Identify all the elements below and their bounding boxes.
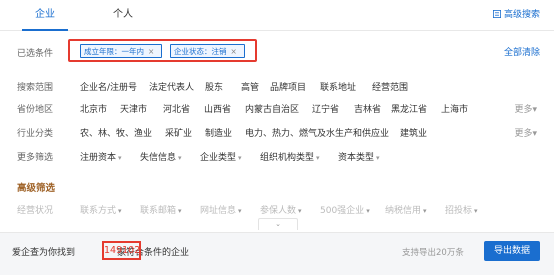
more-filters-label: 更多筛选: [17, 153, 54, 163]
collapse-button[interactable]: ⌄: [258, 218, 298, 230]
chip-label: 成立年限：一年内: [84, 47, 144, 56]
tab-enterprise[interactable]: 企业: [22, 0, 68, 31]
province-option[interactable]: 河北省: [163, 102, 190, 115]
chevron-down-icon: ▾: [178, 207, 182, 215]
province-option[interactable]: 山西省: [204, 102, 231, 115]
result-count: 149102: [102, 241, 141, 260]
chevron-down-icon: ▾: [178, 154, 182, 162]
advanced-filter-dropdown[interactable]: 招投标 ▾: [445, 203, 478, 216]
more-label: 更多: [514, 129, 533, 139]
province-label: 省份地区: [17, 105, 54, 115]
advanced-filters-title: 高级筛选: [17, 183, 56, 194]
search-scope-option[interactable]: 法定代表人: [149, 80, 194, 93]
advanced-search-link[interactable]: 高级搜索: [492, 0, 540, 30]
business-status-label: 经营状况: [17, 206, 54, 216]
dropdown-label: 资本类型: [338, 153, 375, 163]
result-summary: 爱企查为你找到 家符合条件的企业: [12, 245, 189, 258]
chevron-down-icon: ▾: [238, 207, 242, 215]
tab-person[interactable]: 个人: [100, 0, 146, 30]
province-option[interactable]: 内蒙古自治区: [245, 102, 299, 115]
condition-chip[interactable]: 企业状态：注销 ×: [170, 44, 245, 58]
dropdown-label: 联系邮箱: [140, 206, 177, 216]
more-filter-dropdown[interactable]: 组织机构类型 ▾: [260, 150, 320, 163]
tab-bar: 企业 个人 高级搜索: [0, 0, 554, 31]
province-option[interactable]: 黑龙江省: [391, 102, 427, 115]
chevron-down-icon: ▾: [376, 154, 380, 162]
clear-all-button[interactable]: 全部清除: [504, 45, 540, 58]
more-filter-dropdown[interactable]: 注册资本 ▾: [80, 150, 122, 163]
more-filter-dropdown[interactable]: 企业类型 ▾: [200, 150, 242, 163]
chevron-down-icon: ▾: [118, 207, 122, 215]
dropdown-label: 网址信息: [200, 206, 237, 216]
dropdown-label: 注册资本: [80, 153, 117, 163]
advanced-search-label: 高级搜索: [503, 10, 540, 20]
chevron-down-icon: ▾: [298, 207, 302, 215]
industry-option[interactable]: 制造业: [205, 126, 232, 139]
tab-label: 企业: [35, 9, 55, 20]
search-scope-option[interactable]: 高管: [241, 80, 259, 93]
dropdown-label: 500强企业: [320, 206, 365, 216]
chevron-down-icon: ▾: [423, 207, 427, 215]
chip-label: 企业状态：注销: [174, 47, 227, 56]
advanced-filter-dropdown[interactable]: 500强企业 ▾: [320, 203, 370, 216]
industry-label: 行业分类: [17, 129, 54, 139]
search-scope-option[interactable]: 联系地址: [320, 80, 356, 93]
more-filter-dropdown[interactable]: 资本类型 ▾: [338, 150, 380, 163]
result-prefix: 爱企查为你找到: [12, 248, 76, 258]
search-scope-option[interactable]: 品牌项目: [270, 80, 306, 93]
dropdown-label: 参保人数: [260, 206, 297, 216]
search-scope-option[interactable]: 企业名/注册号: [80, 80, 137, 93]
province-option[interactable]: 北京市: [80, 102, 107, 115]
industry-option[interactable]: 建筑业: [400, 126, 427, 139]
chevron-down-icon: ▾: [532, 129, 537, 139]
search-scope-label: 搜索范围: [17, 83, 54, 93]
chevron-down-icon: ▾: [366, 207, 370, 215]
selected-conditions-label: 已选条件: [17, 49, 54, 59]
province-option[interactable]: 辽宁省: [312, 102, 339, 115]
advanced-filter-dropdown[interactable]: 纳税信用 ▾: [385, 203, 427, 216]
chevron-down-icon: ▾: [474, 207, 478, 215]
active-tab-indicator: [22, 29, 68, 31]
search-scope-option[interactable]: 经营范围: [372, 80, 408, 93]
advanced-filter-dropdown[interactable]: 网址信息 ▾: [200, 203, 242, 216]
chevron-down-icon: ▾: [238, 154, 242, 162]
advanced-filter-dropdown[interactable]: 参保人数 ▾: [260, 203, 302, 216]
industry-option[interactable]: 电力、热力、燃气及水生产和供应业: [245, 126, 389, 139]
chevron-down-icon: ▾: [316, 154, 320, 162]
industry-option[interactable]: 农、林、牧、渔业: [80, 126, 152, 139]
industry-more-button[interactable]: 更多▾: [514, 126, 537, 139]
advanced-filter-dropdown[interactable]: 联系邮箱 ▾: [140, 203, 182, 216]
chip-close-icon[interactable]: ×: [148, 47, 154, 56]
dropdown-label: 招投标: [445, 206, 473, 216]
dropdown-label: 组织机构类型: [260, 153, 315, 163]
more-label: 更多: [514, 105, 533, 115]
province-option[interactable]: 天津市: [120, 102, 147, 115]
dropdown-label: 纳税信用: [385, 206, 422, 216]
chevron-down-icon: ▾: [532, 105, 537, 115]
filter-list-icon: [492, 10, 501, 18]
industry-option[interactable]: 采矿业: [165, 126, 192, 139]
more-filter-dropdown[interactable]: 失信信息 ▾: [140, 150, 182, 163]
province-option[interactable]: 上海市: [441, 102, 468, 115]
dropdown-label: 联系方式: [80, 206, 117, 216]
province-more-button[interactable]: 更多▾: [514, 102, 537, 115]
search-scope-option[interactable]: 股东: [205, 80, 223, 93]
tab-label: 个人: [113, 9, 133, 20]
chevron-down-icon: ⌄: [275, 220, 281, 228]
province-option[interactable]: 吉林省: [354, 102, 381, 115]
export-data-button[interactable]: 导出数据: [484, 241, 540, 261]
export-limit-note: 支持导出20万条: [402, 248, 464, 258]
dropdown-label: 失信信息: [140, 153, 177, 163]
dropdown-label: 企业类型: [200, 153, 237, 163]
condition-chip[interactable]: 成立年限：一年内 ×: [80, 44, 162, 58]
advanced-filter-dropdown[interactable]: 联系方式 ▾: [80, 203, 122, 216]
chip-close-icon[interactable]: ×: [231, 47, 237, 56]
chevron-down-icon: ▾: [118, 154, 122, 162]
